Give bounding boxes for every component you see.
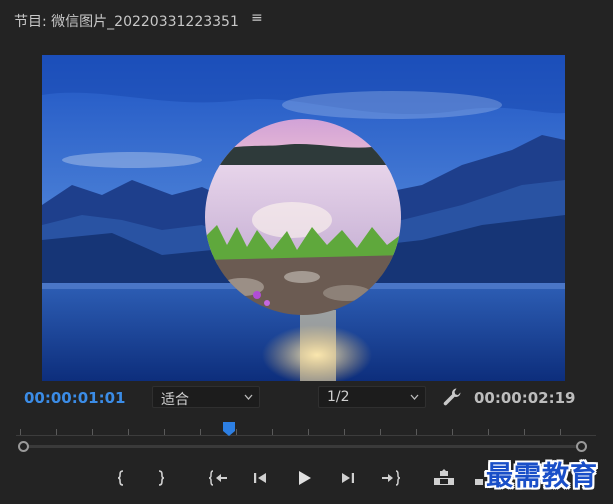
ruler-tick: [272, 429, 273, 435]
ruler-baseline: [16, 435, 596, 436]
scrollbar-left-handle[interactable]: [18, 441, 29, 452]
wrench-icon[interactable]: [441, 386, 463, 408]
mark-out-icon: [158, 470, 165, 486]
go-to-in-icon: [208, 470, 227, 486]
current-timecode[interactable]: 00:00:01:01: [24, 389, 126, 407]
time-ruler[interactable]: [16, 424, 596, 438]
duration-timecode: 00:00:02:19: [474, 389, 576, 407]
go-to-out-icon: [382, 470, 401, 486]
go-to-out-button[interactable]: [380, 468, 402, 488]
panel-menu-icon[interactable]: ≡: [251, 10, 263, 26]
ruler-tick: [92, 429, 93, 435]
ruler-tick: [380, 429, 381, 435]
ruler-tick: [164, 429, 165, 435]
zoom-fit-value: 适合: [161, 392, 189, 408]
ruler-tick: [56, 429, 57, 435]
ruler-tick: [560, 429, 561, 435]
scrollbar-track[interactable]: [24, 445, 587, 448]
video-frame: [42, 55, 565, 381]
mark-out-button[interactable]: [150, 468, 172, 488]
step-back-icon: [254, 473, 266, 483]
chevron-down-icon: [244, 394, 253, 400]
play-icon: [299, 471, 311, 485]
playback-resolution-dropdown[interactable]: 1/2: [318, 386, 426, 408]
step-back-button[interactable]: [249, 468, 271, 488]
step-forward-icon: [342, 473, 354, 483]
ruler-tick: [344, 429, 345, 435]
ruler-tick: [524, 429, 525, 435]
panel-header: 节目: 微信图片_20220331223351 ≡: [0, 0, 613, 38]
ruler-tick: [452, 429, 453, 435]
lift-icon: [434, 469, 454, 485]
panel-title[interactable]: 节目: 微信图片_20220331223351: [14, 11, 239, 31]
play-button[interactable]: [293, 468, 315, 488]
program-monitor-viewer[interactable]: [42, 55, 565, 381]
ruler-tick: [488, 429, 489, 435]
zoom-scrollbar[interactable]: [18, 440, 593, 453]
scrollbar-right-handle[interactable]: [576, 441, 587, 452]
playback-resolution-value: 1/2: [327, 389, 350, 405]
ruler-tick: [200, 429, 201, 435]
mark-in-icon: [117, 470, 124, 486]
ruler-tick: [308, 429, 309, 435]
watermark-logo: 最需教育: [486, 461, 598, 492]
ruler-tick: [128, 429, 129, 435]
ruler-tick: [20, 429, 21, 435]
go-to-in-button[interactable]: [207, 468, 229, 488]
zoom-fit-dropdown[interactable]: 适合: [152, 386, 260, 408]
playhead-marker[interactable]: [221, 421, 237, 437]
ruler-tick: [416, 429, 417, 435]
chevron-down-icon: [410, 394, 419, 400]
step-forward-button[interactable]: [337, 468, 359, 488]
lift-button[interactable]: [433, 468, 455, 488]
mark-in-button[interactable]: [110, 468, 132, 488]
